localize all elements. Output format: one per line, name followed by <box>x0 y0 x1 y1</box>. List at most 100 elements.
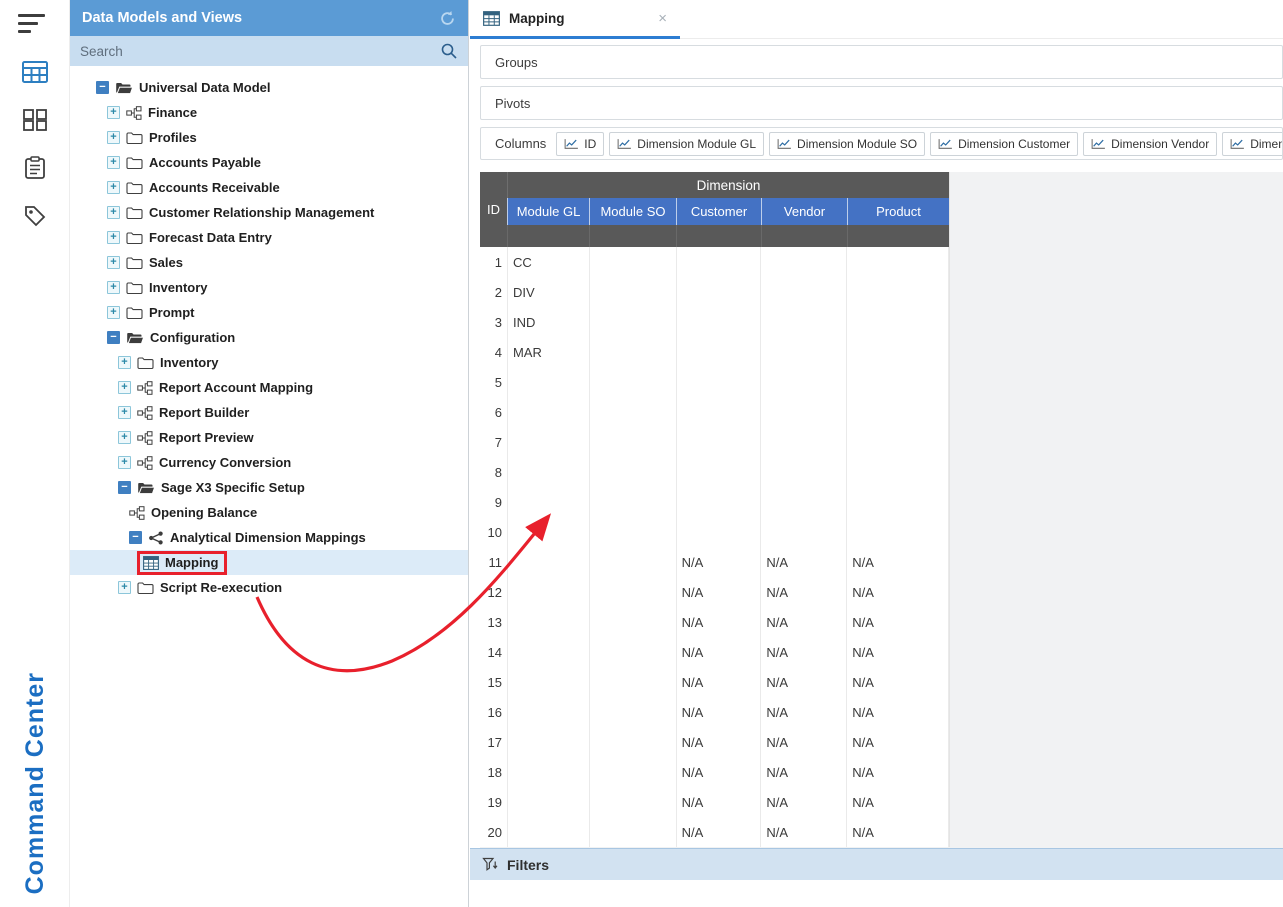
tree-item-inventory[interactable]: +Inventory <box>70 350 468 375</box>
table-cell[interactable] <box>761 397 847 427</box>
table-cell[interactable]: DIV <box>508 277 590 307</box>
table-cell[interactable] <box>590 547 677 577</box>
table-cell[interactable] <box>590 697 677 727</box>
tree-item-accounts-receivable[interactable]: +Accounts Receivable <box>70 175 468 200</box>
table-cell[interactable]: N/A <box>847 727 949 757</box>
refresh-icon[interactable] <box>439 10 456 27</box>
filters-bar[interactable]: Filters <box>470 848 1283 880</box>
table-cell[interactable] <box>847 397 949 427</box>
pivots-bar[interactable]: Pivots <box>480 86 1283 120</box>
table-cell[interactable] <box>590 787 677 817</box>
table-cell[interactable] <box>508 517 590 547</box>
table-cell[interactable]: N/A <box>847 667 949 697</box>
table-cell[interactable] <box>847 307 949 337</box>
table-row[interactable]: 2DIV <box>480 277 949 307</box>
table-row[interactable]: 15N/AN/AN/A <box>480 667 949 697</box>
table-cell[interactable]: N/A <box>761 667 847 697</box>
table-cell[interactable] <box>761 367 847 397</box>
table-cell[interactable] <box>508 697 590 727</box>
table-cell[interactable] <box>590 607 677 637</box>
table-cell[interactable] <box>847 337 949 367</box>
column-header-module-so[interactable]: Module SO <box>589 198 676 225</box>
tree-item-mapping[interactable]: Mapping <box>70 550 468 575</box>
table-cell[interactable]: N/A <box>847 697 949 727</box>
table-cell[interactable]: N/A <box>847 547 949 577</box>
table-row[interactable]: 11N/AN/AN/A <box>480 547 949 577</box>
table-cell[interactable] <box>677 517 762 547</box>
table-cell[interactable]: N/A <box>761 577 847 607</box>
table-cell[interactable] <box>761 277 847 307</box>
column-header-module-gl[interactable]: Module GL <box>507 198 589 225</box>
tree-item-sage-x3-specific-setup[interactable]: −Sage X3 Specific Setup <box>70 475 468 500</box>
table-cell[interactable] <box>677 247 762 277</box>
table-cell[interactable] <box>590 247 677 277</box>
table-cell[interactable] <box>677 307 762 337</box>
table-cell[interactable] <box>508 817 590 847</box>
tab-mapping[interactable]: Mapping × <box>470 0 680 39</box>
table-cell[interactable] <box>761 517 847 547</box>
table-cell[interactable] <box>508 487 590 517</box>
table-row[interactable]: 12N/AN/AN/A <box>480 577 949 607</box>
tree-item-customer-relationship-management[interactable]: +Customer Relationship Management <box>70 200 468 225</box>
tree-item-finance[interactable]: +Finance <box>70 100 468 125</box>
table-cell[interactable] <box>677 277 762 307</box>
expand-toggle-icon[interactable]: + <box>118 406 131 419</box>
table-cell[interactable] <box>590 457 677 487</box>
table-cell[interactable] <box>590 757 677 787</box>
tree-item-inventory[interactable]: +Inventory <box>70 275 468 300</box>
table-cell[interactable]: N/A <box>761 547 847 577</box>
expand-toggle-icon[interactable]: + <box>107 281 120 294</box>
tree-item-analytical-dimension-mappings[interactable]: −Analytical Dimension Mappings <box>70 525 468 550</box>
table-cell[interactable] <box>508 367 590 397</box>
expand-toggle-icon[interactable]: + <box>107 106 120 119</box>
tree-item-currency-conversion[interactable]: +Currency Conversion <box>70 450 468 475</box>
column-chip-dimension-product[interactable]: Dimension Product <box>1222 132 1283 156</box>
collapse-toggle-icon[interactable]: − <box>129 531 142 544</box>
table-cell[interactable] <box>508 397 590 427</box>
close-icon[interactable]: × <box>658 11 667 26</box>
expand-toggle-icon[interactable]: + <box>107 256 120 269</box>
column-chip-id[interactable]: ID <box>556 132 604 156</box>
search-input[interactable] <box>80 44 440 59</box>
table-cell[interactable] <box>508 787 590 817</box>
table-cell[interactable]: N/A <box>761 817 847 847</box>
search-icon[interactable] <box>440 42 458 60</box>
tree-item-profiles[interactable]: +Profiles <box>70 125 468 150</box>
expand-toggle-icon[interactable]: + <box>107 206 120 219</box>
table-cell[interactable] <box>508 757 590 787</box>
table-row[interactable]: 1CC <box>480 247 949 277</box>
expand-toggle-icon[interactable]: + <box>107 181 120 194</box>
table-cell[interactable]: N/A <box>677 757 762 787</box>
table-cell[interactable]: N/A <box>677 817 762 847</box>
expand-toggle-icon[interactable]: + <box>118 456 131 469</box>
table-cell[interactable] <box>590 487 677 517</box>
expand-toggle-icon[interactable]: + <box>118 581 131 594</box>
table-cell[interactable] <box>590 427 677 457</box>
table-row[interactable]: 10 <box>480 517 949 547</box>
table-cell[interactable]: IND <box>508 307 590 337</box>
table-cell[interactable] <box>508 457 590 487</box>
expand-toggle-icon[interactable]: + <box>107 156 120 169</box>
table-cell[interactable] <box>590 667 677 697</box>
tag-icon[interactable] <box>0 192 70 240</box>
table-cell[interactable]: N/A <box>847 787 949 817</box>
table-cell[interactable] <box>761 457 847 487</box>
column-header-id[interactable]: ID <box>480 172 507 247</box>
tree-item-configuration[interactable]: −Configuration <box>70 325 468 350</box>
table-cell[interactable]: N/A <box>761 637 847 667</box>
collapse-toggle-icon[interactable]: − <box>96 81 109 94</box>
table-row[interactable]: 8 <box>480 457 949 487</box>
table-cell[interactable] <box>590 307 677 337</box>
table-cell[interactable] <box>847 247 949 277</box>
table-cell[interactable]: N/A <box>847 817 949 847</box>
table-cell[interactable] <box>508 637 590 667</box>
table-cell[interactable] <box>847 457 949 487</box>
table-cell[interactable]: MAR <box>508 337 590 367</box>
table-cell[interactable] <box>590 637 677 667</box>
table-cell[interactable] <box>677 457 762 487</box>
table-row[interactable]: 6 <box>480 397 949 427</box>
expand-toggle-icon[interactable]: + <box>107 231 120 244</box>
table-row[interactable]: 14N/AN/AN/A <box>480 637 949 667</box>
table-cell[interactable] <box>761 307 847 337</box>
table-cell[interactable]: N/A <box>677 637 762 667</box>
